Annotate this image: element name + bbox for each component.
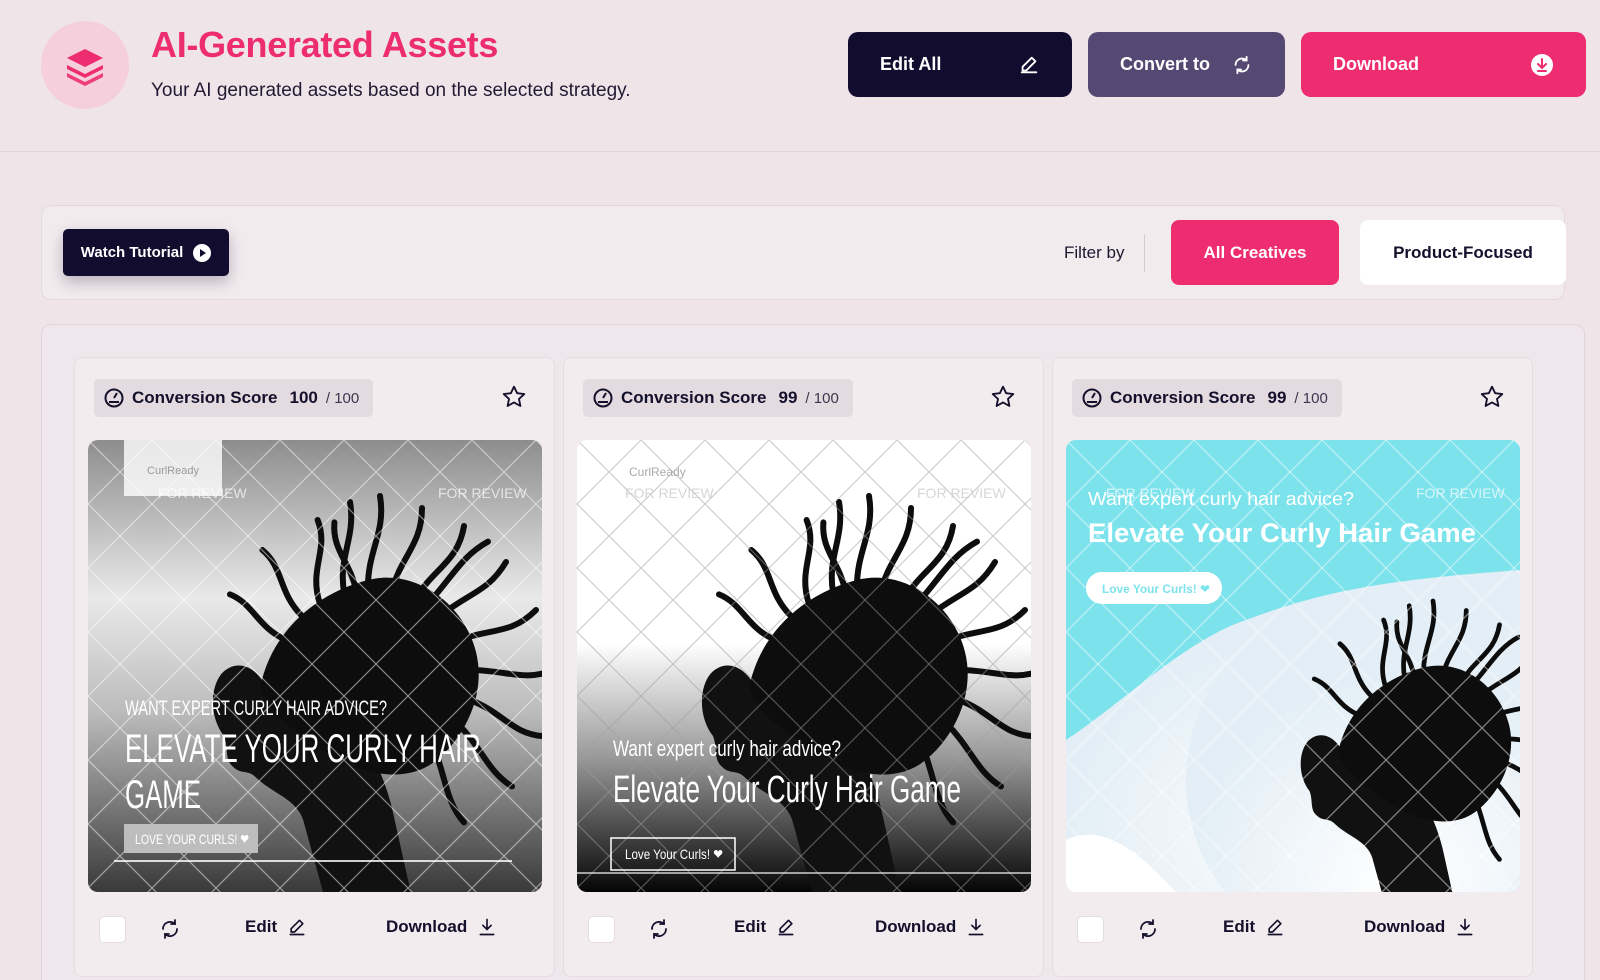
creative-headline: Elevate Your Curly Hair Game xyxy=(1088,518,1476,548)
select-checkbox[interactable] xyxy=(1077,916,1104,943)
score-value: 99 xyxy=(778,388,798,407)
watermark-text: FOR REVIEW xyxy=(438,485,527,501)
edit-button[interactable]: Edit xyxy=(734,917,796,937)
pencil-icon xyxy=(1267,919,1283,936)
download-button[interactable]: Download xyxy=(1364,917,1475,937)
page-title: AI-Generated Assets xyxy=(151,24,499,65)
score-label: Conversion Score xyxy=(1110,388,1256,407)
gauge-icon xyxy=(104,388,124,408)
favorite-star-icon[interactable] xyxy=(1479,384,1505,410)
score-max: / 100 xyxy=(805,389,839,407)
pencil-icon xyxy=(289,919,305,936)
download-label: Download xyxy=(386,917,468,936)
regenerate-icon[interactable] xyxy=(1136,917,1160,941)
score-max: / 100 xyxy=(325,389,360,407)
score-label: Conversion Score xyxy=(132,388,278,407)
convert-to-label: Convert to xyxy=(1120,54,1210,74)
edit-all-label: Edit All xyxy=(880,54,942,74)
filter-product-focused[interactable]: Product-Focused xyxy=(1360,220,1566,285)
asset-card: Conversion Score 100 / 100 CurlReady FOR… xyxy=(74,357,555,977)
regenerate-icon[interactable] xyxy=(158,917,182,941)
creative-cta: Love Your Curls! ❤ xyxy=(625,846,723,862)
edit-label: Edit xyxy=(1223,917,1256,936)
edit-all-button[interactable]: Edit All xyxy=(848,32,1072,97)
layers-icon xyxy=(41,21,129,109)
edit-label: Edit xyxy=(734,917,767,936)
conversion-score-badge: Conversion Score 99 / 100 xyxy=(583,379,853,417)
pencil-icon xyxy=(778,919,794,936)
filter-bar: Watch Tutorial Filter by All Creatives P… xyxy=(41,205,1566,300)
brand-logo: CurlReady xyxy=(1088,849,1140,861)
refresh-icon xyxy=(1234,55,1250,74)
card-actions: Edit Download xyxy=(564,908,1043,954)
watermark-text: FOR REVIEW xyxy=(158,485,247,501)
card-actions: Edit Download xyxy=(75,908,554,954)
conversion-score-badge: Conversion Score 99 / 100 xyxy=(1072,379,1342,417)
favorite-star-icon[interactable] xyxy=(501,384,527,410)
creative-image[interactable]: FOR REVIEW FOR REVIEW Want expert curly … xyxy=(1066,440,1520,892)
creative-headline-line2: GAME xyxy=(125,773,201,817)
score-label: Conversion Score xyxy=(621,388,767,407)
download-icon xyxy=(1457,918,1473,936)
edit-button[interactable]: Edit xyxy=(1223,917,1285,937)
asset-card: Conversion Score 99 / 100 CurlReady FOR … xyxy=(563,357,1044,977)
filter-all-creatives[interactable]: All Creatives xyxy=(1171,220,1339,285)
download-icon xyxy=(968,918,984,936)
watermark-text: FOR REVIEW xyxy=(625,485,714,501)
edit-button[interactable]: Edit xyxy=(245,917,307,937)
watch-tutorial-button[interactable]: Watch Tutorial xyxy=(63,229,229,276)
download-label: Download xyxy=(1364,917,1446,936)
convert-to-button[interactable]: Convert to xyxy=(1088,32,1285,97)
card-actions: Edit Download xyxy=(1053,908,1532,954)
creative-cta: Love Your Curls! ❤ xyxy=(1102,582,1210,596)
creative-image[interactable]: CurlReady FOR REVIEW FOR REVIEW Want exp… xyxy=(577,440,1031,892)
page-header: AI-Generated Assets Your AI generated as… xyxy=(0,0,1600,152)
creative-headline: Elevate Your Curly Hair Game xyxy=(613,769,961,811)
download-button[interactable]: Download xyxy=(386,917,497,937)
creative-cta: LOVE YOUR CURLS! ❤ xyxy=(135,831,249,847)
creative-image[interactable]: CurlReady FOR REVIEW FOR REVIEW WANT EXP… xyxy=(88,440,542,892)
gauge-icon xyxy=(1082,388,1102,408)
download-all-button[interactable]: Download xyxy=(1301,32,1586,97)
gauge-icon xyxy=(593,388,613,408)
creative-question: Want expert curly hair advice? xyxy=(1088,489,1354,509)
download-button[interactable]: Download xyxy=(875,917,986,937)
asset-card: Conversion Score 99 / 100 FOR REVIEW FOR… xyxy=(1052,357,1533,977)
watch-tutorial-label: Watch Tutorial xyxy=(80,244,184,261)
brand-logo: CurlReady xyxy=(147,465,199,477)
filter-label: Filter by xyxy=(1064,243,1125,262)
download-label: Download xyxy=(875,917,957,936)
creative-question: WANT EXPERT CURLY HAIR ADVICE? xyxy=(125,697,387,720)
favorite-star-icon[interactable] xyxy=(990,384,1016,410)
score-max: / 100 xyxy=(1294,389,1328,407)
watermark-text: FOR REVIEW xyxy=(917,485,1006,501)
creative-headline-line1: ELEVATE YOUR CURLY HAIR xyxy=(125,727,481,771)
download-icon xyxy=(479,918,495,936)
play-icon xyxy=(193,243,212,262)
score-value: 99 xyxy=(1267,388,1287,407)
download-all-label: Download xyxy=(1333,54,1419,74)
score-value: 100 xyxy=(289,388,318,407)
divider xyxy=(1144,234,1145,272)
assets-panel: Conversion Score 100 / 100 CurlReady FOR… xyxy=(41,324,1585,980)
watermark-text: FOR REVIEW xyxy=(1416,485,1505,501)
page-subtitle: Your AI generated assets based on the se… xyxy=(151,80,631,101)
brand-logo: CurlReady xyxy=(629,465,686,479)
select-checkbox[interactable] xyxy=(99,916,126,943)
regenerate-icon[interactable] xyxy=(647,917,671,941)
conversion-score-badge: Conversion Score 100 / 100 xyxy=(94,379,374,417)
pencil-icon xyxy=(1020,56,1038,73)
select-checkbox[interactable] xyxy=(588,916,615,943)
edit-label: Edit xyxy=(245,917,278,936)
download-circle-icon xyxy=(1531,53,1553,76)
creative-question: Want expert curly hair advice? xyxy=(613,736,841,761)
